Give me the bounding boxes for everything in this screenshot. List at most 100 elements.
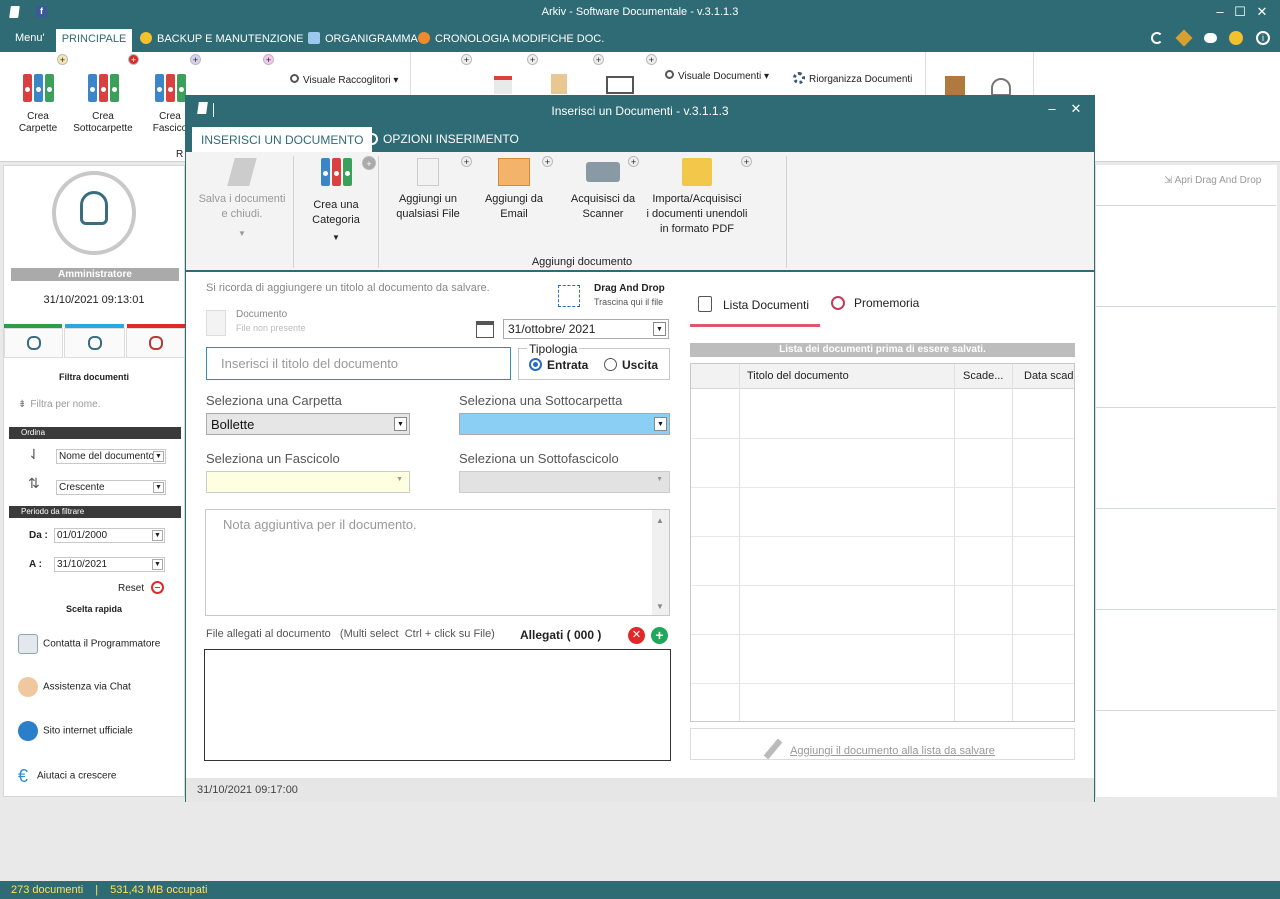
separator: [1096, 205, 1276, 206]
sottocarpetta-label: Seleziona una Sottocarpetta: [459, 393, 623, 408]
grid-line: [1012, 364, 1013, 721]
col-titolo[interactable]: Titolo del documento: [747, 370, 849, 382]
grid-line: [691, 683, 1074, 684]
col-scade[interactable]: Scade...: [963, 370, 1003, 382]
remove-attachment-icon[interactable]: ✕: [628, 627, 645, 644]
reminder-icon: [831, 296, 845, 310]
lightbulb-icon: [140, 32, 152, 44]
drag-drop-subtitle: Trascina qui il file: [594, 297, 664, 307]
scroll-up-icon: ▲: [656, 516, 664, 525]
ordina-header: Ordina: [9, 427, 181, 439]
lock-icon: [991, 78, 1011, 96]
crea-sottocarpette-button[interactable]: Crea Sottocarpette: [72, 74, 134, 135]
acquisisci-scanner-button[interactable]: Acquisisci da Scanner: [562, 158, 644, 222]
carpetta-label: Seleziona una Carpetta: [206, 393, 342, 408]
carpetta-select[interactable]: Bollette ▼: [206, 413, 410, 435]
salva-chiudi-button[interactable]: Salva i documenti e chiudi. ▼: [194, 158, 290, 241]
chevron-down-icon: ▼: [396, 476, 403, 483]
plus-icon: +: [628, 156, 639, 167]
tab-backup[interactable]: BACKUP E MANUTENZIONE: [140, 32, 304, 45]
settings-gear-icon[interactable]: [1229, 31, 1243, 45]
tab-opzioni-inserimento[interactable]: OPZIONI INSERIMENTO: [366, 132, 519, 146]
history-icon: [418, 32, 430, 44]
crea-carpette-button[interactable]: Crea Carpette: [14, 74, 62, 135]
radio-entrata[interactable]: Entrata: [529, 358, 588, 372]
titolo-input[interactable]: Inserisci il titolo del documento: [206, 347, 511, 380]
importa-acquisisci-button[interactable]: Importa/Acquisisci i documenti unendoli …: [642, 158, 752, 237]
toggle-icon[interactable]: [1204, 33, 1217, 43]
visuale-documenti-button[interactable]: Visuale Documenti ▾: [665, 70, 769, 82]
background-list-panel: ⇲ Apri Drag And Drop: [1095, 165, 1277, 797]
tools-icon[interactable]: [1175, 29, 1193, 47]
user-edit-button[interactable]: [64, 328, 125, 358]
periodo-header: Periodo da filtrare: [9, 506, 181, 518]
user-remove-button[interactable]: [126, 328, 185, 358]
visuale-raccoglitori-button[interactable]: Visuale Raccoglitori ▾: [290, 74, 398, 86]
tab-cronologia[interactable]: CRONOLOGIA MODIFICHE DOC.: [418, 32, 604, 45]
sort-direction-icon: ⇅: [28, 475, 40, 491]
refresh-icon[interactable]: [1151, 32, 1163, 44]
maximize-button[interactable]: ☐: [1231, 4, 1249, 20]
chat-people-icon: [18, 677, 38, 697]
tab-organigramma[interactable]: ORGANIGRAMMA: [308, 32, 418, 45]
scrollbar[interactable]: ▲ ▼: [652, 510, 669, 615]
aggiungi-email-button[interactable]: Aggiungi da Email: [476, 158, 552, 222]
scanner-icon: [586, 162, 620, 182]
reset-button[interactable]: Reset: [118, 581, 164, 594]
separator: [1096, 306, 1276, 307]
tab-principale[interactable]: PRINCIPALE: [56, 29, 132, 52]
list-icon: [698, 296, 712, 312]
chevron-down-icon: ▼: [332, 233, 340, 242]
info-icon[interactable]: i: [1256, 31, 1270, 45]
globe-icon: [18, 721, 38, 741]
chevron-down-icon: ▼: [153, 451, 164, 462]
sort-icon: ⇃: [28, 446, 40, 462]
separator: [293, 156, 294, 268]
a-label: A :: [29, 559, 42, 570]
tab-promemoria[interactable]: Promemoria: [831, 296, 919, 310]
documento-label: Documento: [236, 309, 288, 320]
document-count: 273 documenti: [11, 884, 84, 896]
add-to-list-button[interactable]: Aggiungi il documento alla lista da salv…: [690, 728, 1075, 760]
date-from-picker[interactable]: 01/01/2000 ▼: [54, 528, 165, 543]
dialog-minimize-button[interactable]: –: [1043, 101, 1061, 116]
assistenza-chat-link[interactable]: Assistenza via Chat: [18, 677, 131, 697]
radio-uscita[interactable]: Uscita: [604, 358, 658, 372]
documents-table[interactable]: Titolo del documento Scade... Data scade: [690, 363, 1075, 722]
minimize-button[interactable]: –: [1211, 4, 1229, 19]
user-icon: [80, 191, 108, 225]
plus-circle-icon: +: [362, 156, 376, 170]
filter-input[interactable]: ⇟ Filtra per nome.: [18, 399, 178, 415]
order-by-select[interactable]: Nome del documento ▼: [56, 449, 166, 464]
tab-lista-documenti[interactable]: Lista Documenti: [690, 289, 820, 327]
contatta-programmatore-link[interactable]: Contatta il Programmatore: [18, 634, 160, 654]
add-attachment-icon[interactable]: +: [651, 627, 668, 644]
gear-icon: [793, 72, 805, 84]
aiutaci-link[interactable]: € Aiutaci a crescere: [18, 766, 116, 786]
tab-inserisci-documento[interactable]: INSERISCI UN DOCUMENTO: [192, 127, 373, 152]
date-to-picker[interactable]: 31/10/2021 ▼: [54, 557, 165, 572]
plus-icon: +: [461, 54, 472, 65]
sito-internet-link[interactable]: Sito internet ufficiale: [18, 721, 133, 741]
order-direction-select[interactable]: Crescente ▼: [56, 480, 166, 495]
close-button[interactable]: ✕: [1253, 4, 1271, 20]
col-data-scadenza[interactable]: Data scade: [1024, 370, 1074, 382]
email-icon: [498, 158, 530, 186]
apri-drag-drop-button[interactable]: ⇲ Apri Drag And Drop: [1164, 175, 1261, 186]
allegati-list[interactable]: [204, 649, 671, 761]
aggiungi-file-button[interactable]: Aggiungi un qualsiasi File: [388, 158, 468, 222]
sottocarpetta-select[interactable]: ▼: [459, 413, 670, 435]
drag-drop-area[interactable]: Drag And Drop Trascina qui il file: [556, 283, 668, 311]
menu-button[interactable]: Menu': [15, 32, 45, 44]
dialog-footer: 31/10/2021 09:17:00: [186, 778, 1094, 802]
riorganizza-documenti-button[interactable]: Riorganizza Documenti: [793, 72, 912, 85]
dialog-close-button[interactable]: ✕: [1067, 101, 1085, 117]
footer-datetime: 31/10/2021 09:17:00: [197, 784, 298, 796]
fascicolo-select[interactable]: ▼: [206, 471, 410, 493]
crea-categoria-button[interactable]: Crea una Categoria ▼: [300, 158, 372, 245]
user-add-button[interactable]: [4, 328, 63, 358]
document-date-picker[interactable]: 31/ottobre/ 2021 ▼: [503, 319, 669, 339]
nota-textarea[interactable]: Nota aggiuntiva per il documento. ▲ ▼: [205, 509, 670, 616]
plus-icon: +: [263, 54, 274, 65]
minus-circle-icon: [150, 581, 164, 594]
